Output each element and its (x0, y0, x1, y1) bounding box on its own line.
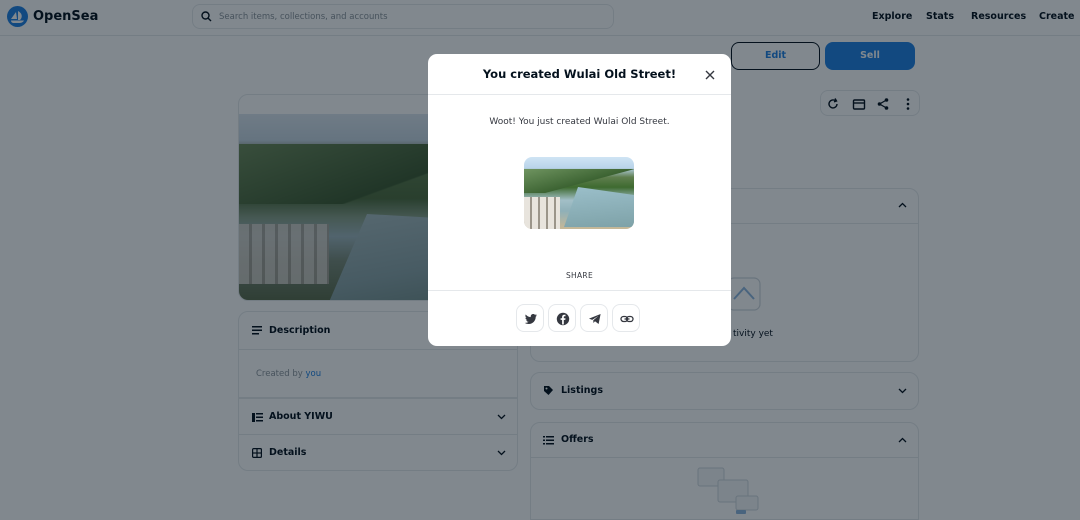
close-icon[interactable] (703, 68, 717, 82)
share-telegram-button[interactable] (580, 304, 608, 332)
share-twitter-button[interactable] (516, 304, 544, 332)
twitter-icon (524, 314, 537, 324)
dialog-divider (428, 94, 731, 95)
created-dialog: You created Wulai Old Street! Woot! You … (428, 54, 731, 346)
share-facebook-button[interactable] (548, 304, 576, 332)
dialog-message: Woot! You just created Wulai Old Street. (489, 117, 670, 127)
link-icon (620, 315, 634, 323)
facebook-icon (556, 312, 570, 326)
dialog-title: You created Wulai Old Street! (482, 67, 677, 81)
created-nft-thumbnail (524, 157, 634, 229)
share-label: SHARE (566, 271, 593, 280)
copy-link-button[interactable] (612, 304, 640, 332)
telegram-icon (589, 314, 601, 324)
dialog-divider (428, 290, 731, 291)
